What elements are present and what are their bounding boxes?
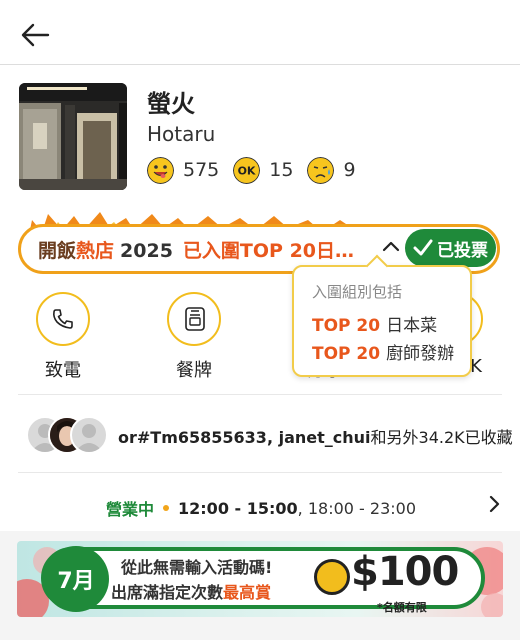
promo-line2-prefix: 出席滿指定次數 xyxy=(111,583,224,602)
menu-icon xyxy=(185,307,205,331)
voted-button[interactable]: 已投票 xyxy=(405,229,496,267)
call-action[interactable]: 致電 xyxy=(18,292,108,382)
call-label: 致電 xyxy=(45,360,81,381)
sad-emoji-icon xyxy=(307,156,335,184)
popover-item[interactable]: TOP 20 廚師發辦 xyxy=(312,339,454,364)
restaurant-name-en: Hotaru xyxy=(147,122,216,146)
promo-note: *名額有限 xyxy=(377,601,427,614)
promo-line2: 出席滿指定次數最高賞 xyxy=(111,579,271,603)
banner-title: 開飯熱店 2025 已入圍TOP 20日… xyxy=(38,236,354,263)
opening-hours[interactable]: 營業中 12:00 - 15:00, 18:00 - 23:00 xyxy=(106,496,416,520)
promo-banner[interactable]: 7月 從此無需輸入活動碼! 出席滿指定次數最高賞 $100 *名額有限 xyxy=(17,541,503,617)
restaurant-name-zh: 螢火 xyxy=(147,90,195,118)
promo-line1: 從此無需輸入活動碼! xyxy=(121,558,273,577)
sad-stat[interactable]: 9 xyxy=(307,156,356,184)
restaurant-photo[interactable] xyxy=(19,83,127,190)
ok-badge-label: OK xyxy=(238,164,256,177)
chevron-up-icon[interactable] xyxy=(378,234,404,260)
banner-subtitle: 已入圍TOP 20日… xyxy=(182,240,355,262)
menu-circle xyxy=(167,292,221,346)
back-arrow-icon[interactable] xyxy=(20,22,50,48)
promo-month: 7月 xyxy=(43,546,109,612)
menu-label: 餐牌 xyxy=(176,360,212,381)
divider xyxy=(18,472,502,473)
favorites-text[interactable]: or#Tm65855633, janet_chui和另外34.2K已收藏 xyxy=(118,424,513,448)
user-placeholder-icon xyxy=(75,424,103,452)
status-dot xyxy=(163,505,170,511)
ok-stat[interactable]: OK 15 xyxy=(233,156,294,184)
favorite-users: or#Tm65855633, janet_chui xyxy=(118,428,371,447)
promo-line2-highlight: 最高賞 xyxy=(223,583,272,602)
hours-other-sessions: , 18:00 - 23:00 xyxy=(297,498,416,518)
divider xyxy=(18,394,502,395)
favorite-avatars[interactable] xyxy=(26,416,108,454)
popover-category: 廚師發辦 xyxy=(386,344,455,364)
ok-count: 15 xyxy=(269,159,294,181)
coin-bowl-icon xyxy=(314,559,350,595)
check-icon xyxy=(413,239,433,256)
popover-rank: TOP 20 xyxy=(312,316,381,336)
popover-title: 入圍組別包括 xyxy=(312,283,403,301)
popover-rank: TOP 20 xyxy=(312,344,381,364)
voted-label: 已投票 xyxy=(437,240,488,261)
brand-part1: 開飯 xyxy=(38,240,77,262)
hours-first-session: 12:00 - 15:00 xyxy=(178,498,298,518)
popover-item[interactable]: TOP 20 日本菜 xyxy=(312,311,437,336)
brand-part2: 熱店 xyxy=(76,240,115,262)
ok-emoji-icon: OK xyxy=(233,156,261,184)
open-status: 營業中 xyxy=(106,500,155,519)
smile-emoji-icon xyxy=(147,156,174,184)
call-circle xyxy=(36,292,90,346)
popover-category: 日本菜 xyxy=(386,316,438,336)
avatar xyxy=(70,416,108,454)
shortlist-popover: 入圍組別包括 TOP 20 日本菜 TOP 20 廚師發辦 xyxy=(292,265,472,377)
favorite-suffix: 和另外34.2K已收藏 xyxy=(370,428,513,447)
smile-count: 575 xyxy=(183,159,220,181)
rating-stats: 575 OK 15 9 xyxy=(147,156,370,184)
phone-icon xyxy=(53,309,73,329)
menu-action[interactable]: 餐牌 xyxy=(149,292,239,382)
chevron-right-icon[interactable] xyxy=(484,492,504,516)
promo-amount: $100 xyxy=(351,549,459,595)
sad-count: 9 xyxy=(343,159,356,181)
banner-year: 2025 xyxy=(120,240,173,262)
top-bar xyxy=(0,0,520,65)
smile-stat[interactable]: 575 xyxy=(147,156,220,184)
